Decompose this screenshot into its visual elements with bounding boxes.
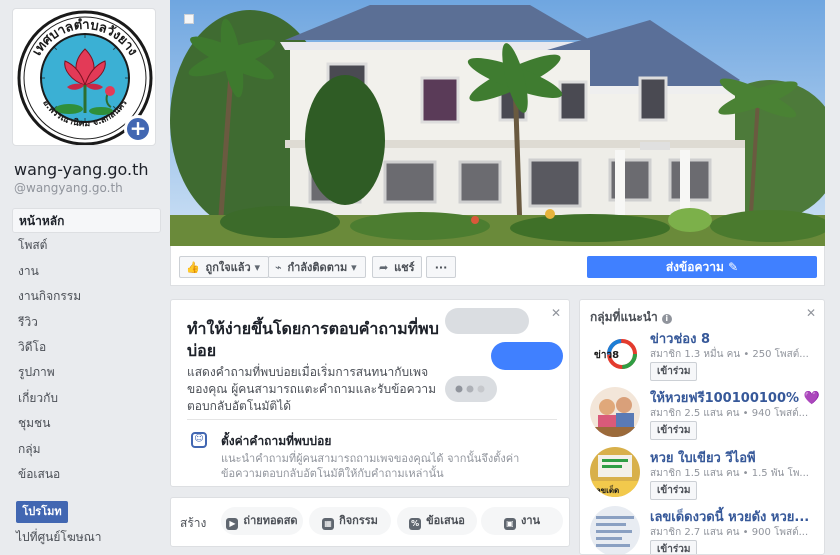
create-event-button[interactable]: ▦ กิจกรรม xyxy=(309,507,391,535)
group-item: เลขเด็ด หวย ใบเขียว วีไอพี สมาชิก 1.5 แส… xyxy=(590,447,824,503)
group-name[interactable]: หวย ใบเขียว วีไอพี xyxy=(650,447,756,468)
faq-title: ทำให้ง่ายขึ้นโดยการตอบคำถามที่พบบ่อย xyxy=(187,319,439,360)
nav-item-reviews[interactable]: รีวิว xyxy=(12,310,161,335)
group-thumbnail[interactable]: ข่าว8 xyxy=(590,328,640,378)
suggested-groups-card: กลุ่มที่แนะนำ i ✕ ข่าว8 ข่าวช่อง 8 สมาชิก… xyxy=(579,299,825,555)
info-icon[interactable]: i xyxy=(661,314,672,324)
chat-illustration xyxy=(445,308,563,402)
create-job-label: งาน xyxy=(520,514,541,527)
faq-setup-description: แนะนำคำถามที่ผู้คนสามารถถามเพจของคุณได้ … xyxy=(221,452,520,480)
rss-icon: ⌁ xyxy=(275,261,282,274)
send-message-button[interactable]: ส่งข้อความ ✎ xyxy=(587,256,817,278)
nav-item-posts[interactable]: โพสต์ xyxy=(12,233,161,258)
group-meta: สมาชิก 2.5 แสน คน • 940 โพสต์... xyxy=(650,408,809,419)
group-name[interactable]: ให้หวยฟรี100100100% 💜 ☑ xyxy=(650,387,824,408)
send-message-label: ส่งข้อความ xyxy=(665,260,724,274)
join-button[interactable]: เข้าร่วม xyxy=(650,481,698,500)
group-meta: สมาชิก 2.7 แสน คน • 900 โพสต์... xyxy=(650,527,809,538)
pencil-icon: ✎ xyxy=(728,260,739,274)
group-item: ให้หวยฟรี100100100% 💜 ☑ สมาชิก 2.5 แสน ค… xyxy=(590,387,824,443)
group-meta: สมาชิก 1.5 แสน คน • 1.5 พัน โพ... xyxy=(650,468,809,479)
nav-item-home[interactable]: หน้าหลัก xyxy=(12,208,161,234)
page-action-bar: 👍 ถูกใจแล้ว ▾ ⌁ กำลังติดตาม ▾ ➦ แชร์ ···… xyxy=(170,246,825,286)
left-sidebar: เทศบาลตำบลวังยาง อ.พรรณานิคม จ.สกลนคร + … xyxy=(0,0,170,555)
share-button[interactable]: ➦ แชร์ xyxy=(372,256,422,278)
group-thumbnail[interactable] xyxy=(590,387,640,437)
close-icon[interactable]: ✕ xyxy=(806,306,816,320)
add-photo-icon[interactable]: + xyxy=(124,115,152,143)
nav-item-groups[interactable]: กลุ่ม xyxy=(12,437,161,462)
create-job-button[interactable]: ▣ งาน xyxy=(481,507,563,535)
groups-title: กลุ่มที่แนะนำ i xyxy=(590,308,672,327)
group-thumbnail[interactable] xyxy=(590,506,640,554)
group-name[interactable]: ข่าวช่อง 8 xyxy=(650,328,710,349)
nav-item-photos[interactable]: รูปภาพ xyxy=(12,360,161,385)
page-handle[interactable]: @wangyang.go.th xyxy=(14,181,123,195)
promote-button[interactable]: โปรโมท xyxy=(16,501,68,523)
nav-item-videos[interactable]: วิดีโอ xyxy=(12,335,161,360)
nav-item-jobs[interactable]: งาน xyxy=(12,259,161,284)
chevron-down-icon: ▾ xyxy=(254,261,261,274)
cover-photo[interactable] xyxy=(170,0,825,246)
join-button[interactable]: เข้าร่วม xyxy=(650,362,698,381)
calendar-icon: ▦ xyxy=(322,518,335,530)
groups-title-label: กลุ่มที่แนะนำ xyxy=(590,310,658,324)
group-meta: สมาชิก 1.3 หมื่น คน • 250 โพสต์... xyxy=(650,349,809,360)
like-button[interactable]: 👍 ถูกใจแล้ว ▾ xyxy=(179,256,270,278)
page-name[interactable]: wang-yang.go.th xyxy=(14,160,149,179)
group-name[interactable]: เลขเด็ดงวดนี้ หวยดัง หวย... xyxy=(650,506,809,527)
follow-label: กำลังติดตาม xyxy=(287,261,348,274)
follow-button[interactable]: ⌁ กำลังติดตาม ▾ xyxy=(268,256,366,278)
create-event-label: กิจกรรม xyxy=(339,514,378,527)
cover-toggle-icon[interactable] xyxy=(184,14,194,24)
divider xyxy=(187,419,557,420)
nav-item-about[interactable]: เกี่ยวกับ xyxy=(12,386,161,411)
more-options-button[interactable]: ··· xyxy=(426,256,456,278)
create-bar: สร้าง ▶ ถ่ายทอดสด ▦ กิจกรรม % ข้อเสนอ ▣ งาน xyxy=(170,497,570,547)
create-offer-button[interactable]: % ข้อเสนอ xyxy=(397,507,477,535)
create-offer-label: ข้อเสนอ xyxy=(426,514,465,527)
nav-item-events[interactable]: งานกิจกรรม xyxy=(12,284,161,309)
briefcase-icon: ▣ xyxy=(503,518,516,530)
chevron-down-icon: ▾ xyxy=(351,261,357,274)
ad-center-link[interactable]: ไปที่ศูนย์โฆษณา xyxy=(16,528,102,547)
group-thumb-text: เลขเด็ด xyxy=(593,484,619,495)
group-thumbnail[interactable]: เลขเด็ด xyxy=(590,447,640,497)
group-thumb-text: ข่าว8 xyxy=(594,349,619,361)
share-label: แชร์ xyxy=(394,261,415,274)
share-icon: ➦ xyxy=(379,261,389,274)
nav-item-offers[interactable]: ข้อเสนอ xyxy=(12,462,161,487)
create-label: สร้าง xyxy=(180,516,207,530)
faq-card: ✕ ทำให้ง่ายขึ้นโดยการตอบคำถามที่พบบ่อย แ… xyxy=(170,299,570,487)
faq-setup-link[interactable]: ตั้งค่าคำถามที่พบบ่อย xyxy=(221,432,331,451)
like-label: ถูกใจแล้ว xyxy=(205,261,251,274)
thumbs-up-icon: 👍 xyxy=(186,261,200,274)
page-nav: หน้าหลัก โพสต์ งาน งานกิจกรรม รีวิว วิดี… xyxy=(12,208,161,487)
create-live-label: ถ่ายทอดสด xyxy=(243,514,298,527)
create-live-button[interactable]: ▶ ถ่ายทอดสด xyxy=(221,507,303,535)
chat-bubble-icon: ☺ xyxy=(191,432,207,448)
join-button[interactable]: เข้าร่วม xyxy=(650,421,698,440)
nav-item-community[interactable]: ชุมชน xyxy=(12,411,161,436)
faq-description: แสดงคำถามที่พบบ่อยเมื่อเริ่มการสนทนากับเ… xyxy=(187,365,436,413)
offer-icon: % xyxy=(409,518,422,530)
cover-building-image xyxy=(170,0,825,246)
group-item: ข่าว8 ข่าวช่อง 8 สมาชิก 1.3 หมื่น คน • 2… xyxy=(590,328,824,384)
join-button[interactable]: เข้าร่วม xyxy=(650,540,698,554)
live-video-icon: ▶ xyxy=(226,518,239,530)
group-item: เลขเด็ดงวดนี้ หวยดัง หวย... สมาชิก 2.7 แ… xyxy=(590,506,824,554)
